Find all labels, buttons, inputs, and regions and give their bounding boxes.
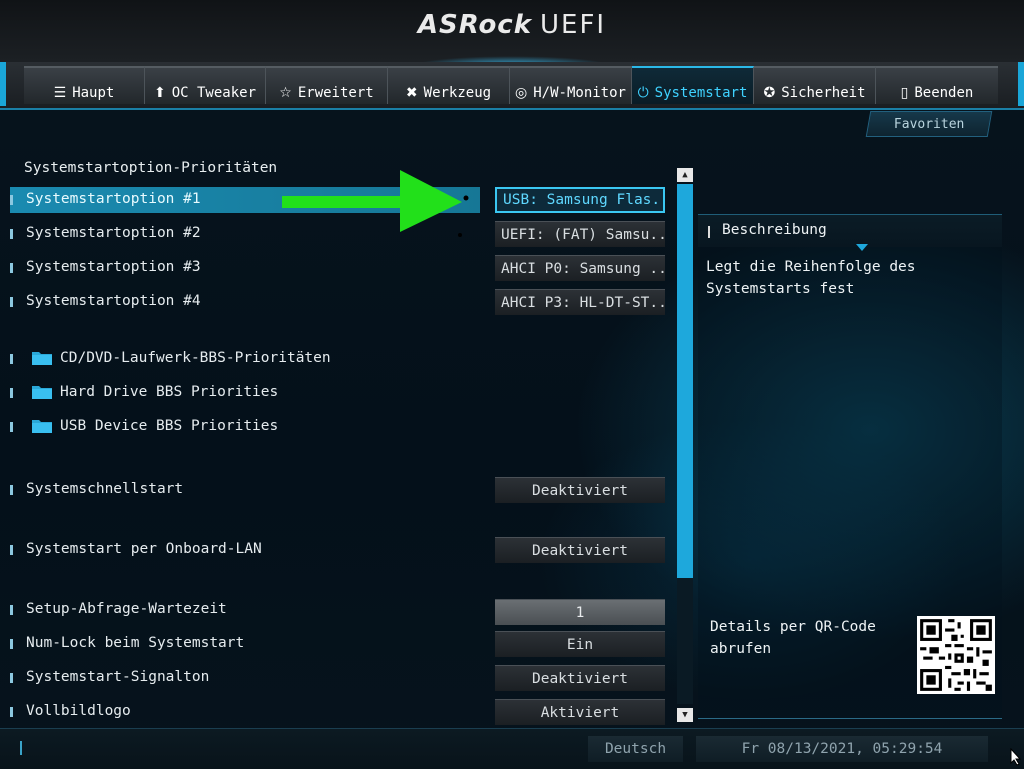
boot-option-value-1[interactable]: USB: Samsung Flas... [495, 187, 665, 213]
folder-usb-device-bbs[interactable]: USB Device BBS Priorities [10, 414, 480, 440]
tab-label: Haupt [72, 85, 115, 101]
folder-hard-drive-bbs[interactable]: Hard Drive BBS Priorities [10, 380, 480, 406]
tab-bar-edge-left [0, 62, 6, 106]
mouse-cursor-icon [1010, 748, 1022, 766]
tabs: ☰ Haupt ⬆ OC Tweaker ☆ Erweitert ✖ Werkz… [24, 66, 998, 106]
monitor-icon: ◎ [515, 85, 528, 101]
folder-label: Hard Drive BBS Priorities [60, 384, 279, 400]
row-marker [10, 639, 13, 649]
tab-label: Sicherheit [781, 85, 866, 101]
rocket-icon: ⬆ [153, 85, 166, 101]
row-marker [10, 388, 13, 398]
setting-label: Systemstart per Onboard-LAN [26, 541, 262, 557]
row-marker [10, 545, 13, 555]
setting-row-onboard-lan[interactable]: Systemstart per Onboard-LAN [10, 537, 480, 563]
row-marker [10, 354, 13, 364]
setting-value-full-screen-logo[interactable]: Aktiviert [495, 699, 665, 725]
row-marker [10, 263, 13, 273]
folder-icon [32, 418, 52, 433]
favorites-button[interactable]: Favoriten [865, 111, 993, 137]
header: ASRock UEFI [0, 0, 1024, 76]
tab-sicherheit[interactable]: ✪ Sicherheit [754, 66, 876, 104]
boot-option-value-3[interactable]: AHCI P0: Samsung ... [495, 255, 665, 281]
boot-option-row-3[interactable]: Systemstartoption #3 [10, 255, 480, 281]
boot-option-value-2[interactable]: UEFI: (FAT) Samsu... [495, 221, 665, 247]
setting-label: Systemstart-Signalton [26, 669, 210, 685]
description-title: Beschreibung [722, 222, 827, 238]
tab-beenden[interactable]: ▯ Beenden [876, 66, 998, 104]
setting-row-setup-timeout[interactable]: Setup-Abfrage-Wartezeit [10, 597, 480, 623]
wrench-icon: ✖ [405, 85, 418, 101]
setting-label: Num-Lock beim Systemstart [26, 635, 245, 651]
boot-option-label: Systemstartoption #3 [26, 259, 201, 275]
tab-label: OC Tweaker [171, 85, 257, 101]
tab-werkzeug[interactable]: ✖ Werkzeug [388, 66, 510, 104]
tab-bar: ☰ Haupt ⬆ OC Tweaker ☆ Erweitert ✖ Werkz… [0, 62, 1024, 110]
date-time-display: Fr 08/13/2021, 05:29:54 [696, 736, 988, 762]
list-icon: ☰ [53, 85, 67, 101]
setting-label: Vollbildlogo [26, 703, 131, 719]
power-icon: ⏻ [637, 85, 649, 101]
setting-row-numlock[interactable]: Num-Lock beim Systemstart [10, 631, 480, 657]
shield-icon: ✪ [763, 85, 776, 101]
row-marker [10, 229, 13, 239]
green-arrow-icon [282, 170, 469, 232]
exit-icon: ▯ [900, 85, 909, 101]
tab-hw-monitor[interactable]: ◎ H/W-Monitor [510, 66, 632, 104]
setting-row-fast-boot[interactable]: Systemschnellstart [10, 477, 480, 503]
row-marker [10, 605, 13, 615]
folder-icon [32, 350, 52, 365]
scrollbar-thumb[interactable] [677, 184, 693, 578]
tab-label: Werkzeug [423, 85, 492, 101]
tab-erweitert[interactable]: ☆ Erweitert [266, 66, 388, 104]
setting-value-onboard-lan[interactable]: Deaktiviert [495, 537, 665, 563]
boot-option-row-4[interactable]: Systemstartoption #4 [10, 289, 480, 315]
boot-option-label: Systemstartoption #2 [26, 225, 201, 241]
tab-bar-edge-right [1018, 62, 1024, 106]
row-marker [10, 673, 13, 683]
setting-value-fast-boot[interactable]: Deaktiviert [495, 477, 665, 503]
row-marker [10, 297, 13, 307]
folder-icon [32, 384, 52, 399]
folder-label: USB Device BBS Priorities [60, 418, 279, 434]
row-marker [10, 195, 13, 205]
row-marker [10, 707, 13, 717]
star-icon: ☆ [279, 85, 292, 101]
footer-marker [20, 741, 22, 755]
brand-logo: ASRock UEFI [417, 10, 607, 40]
row-marker [10, 485, 13, 495]
boot-option-label: Systemstartoption #4 [26, 293, 201, 309]
tab-systemstart[interactable]: ⏻ Systemstart [632, 66, 754, 104]
boot-option-value-4[interactable]: AHCI P3: HL-DT-ST... [495, 289, 665, 315]
tab-label: Systemstart [654, 85, 748, 101]
qr-code-image [917, 616, 995, 694]
setting-value-numlock[interactable]: Ein [495, 631, 665, 657]
folder-cd-dvd-bbs[interactable]: CD/DVD-Laufwerk-BBS-Prioritäten [10, 346, 480, 372]
description-header: Beschreibung [698, 214, 1002, 247]
scroll-down-arrow-icon[interactable]: ▼ [677, 708, 693, 722]
boot-option-label: Systemstartoption #1 [26, 191, 201, 207]
scroll-up-arrow-icon[interactable]: ▲ [677, 168, 693, 182]
qr-code-text: Details per QR-Code abrufen [710, 619, 876, 657]
setting-label: Setup-Abfrage-Wartezeit [26, 601, 227, 617]
tab-label: Erweitert [297, 85, 374, 101]
pointer-triangle-icon [856, 244, 868, 251]
setting-value-setup-timeout[interactable]: 1 [495, 599, 665, 625]
language-button[interactable]: Deutsch [588, 736, 683, 762]
header-marker [708, 226, 710, 238]
tab-haupt[interactable]: ☰ Haupt [24, 66, 145, 104]
tab-oc-tweaker[interactable]: ⬆ OC Tweaker [145, 66, 266, 104]
favorites-label: Favoriten [893, 116, 965, 132]
section-title: Systemstartoption-Prioritäten [24, 160, 278, 176]
setting-label: Systemschnellstart [26, 481, 184, 497]
setting-value-boot-beep[interactable]: Deaktiviert [495, 665, 665, 691]
setting-row-full-screen-logo[interactable]: Vollbildlogo [10, 699, 480, 725]
description-text: Legt die Reihenfolge des Systemstarts fe… [706, 259, 916, 297]
row-marker [10, 422, 13, 432]
setting-row-boot-beep[interactable]: Systemstart-Signalton [10, 665, 480, 691]
tab-label: Beenden [914, 85, 974, 101]
folder-label: CD/DVD-Laufwerk-BBS-Prioritäten [60, 350, 331, 366]
tab-label: H/W-Monitor [533, 85, 626, 101]
